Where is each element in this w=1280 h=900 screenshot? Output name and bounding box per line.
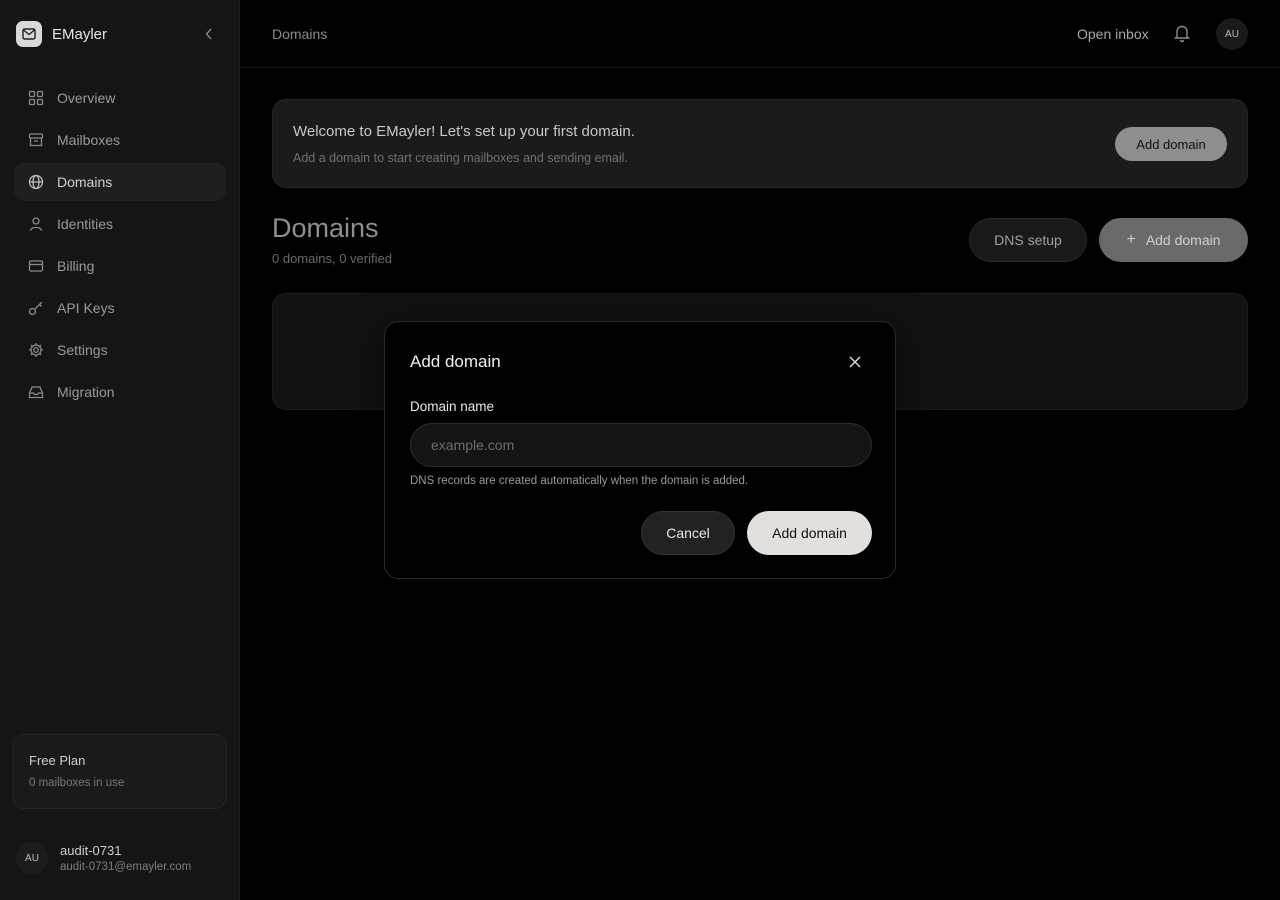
topbar: Domains Open inbox AU	[240, 0, 1280, 68]
sidebar-item-settings[interactable]: Settings	[14, 331, 226, 369]
sidebar-item-label: Billing	[57, 258, 95, 274]
avatar: AU	[16, 842, 48, 874]
domain-help-text: DNS records are created automatically wh…	[410, 475, 749, 487]
globe-icon	[27, 173, 45, 191]
add-domain-modal: Add domain Domain name DNS records are c…	[384, 321, 896, 579]
sidebar-item-identities[interactable]: Identities	[14, 205, 226, 243]
gear-icon	[27, 341, 45, 359]
user-name: audit-0731	[60, 843, 122, 858]
user-icon	[27, 215, 45, 233]
cancel-button[interactable]: Cancel	[641, 511, 735, 555]
sidebar-item-billing[interactable]: Billing	[14, 247, 226, 285]
close-icon[interactable]	[846, 353, 864, 371]
domains-summary: 0 domains, 0 verified	[272, 251, 392, 266]
plus-icon: +	[1126, 231, 1136, 248]
plan-usage: 0 mailboxes in use	[29, 777, 125, 789]
sidebar-nav: Overview Mailboxes Domains Identities Bi…	[14, 79, 226, 415]
sidebar-item-label: Settings	[57, 342, 108, 358]
welcome-add-domain-button[interactable]: Add domain	[1115, 127, 1227, 161]
add-domain-button[interactable]: + Add domain	[1099, 218, 1248, 262]
sidebar-item-label: Overview	[57, 90, 116, 106]
sidebar-item-mailboxes[interactable]: Mailboxes	[14, 121, 226, 159]
sidebar-item-label: Domains	[57, 174, 113, 190]
breadcrumb: Domains	[272, 26, 328, 42]
sidebar-item-api-keys[interactable]: API Keys	[14, 289, 226, 327]
inbox-icon	[27, 383, 45, 401]
plan-title: Free Plan	[29, 753, 86, 768]
welcome-title: Welcome to EMayler! Let's set up your fi…	[293, 123, 635, 140]
welcome-banner: Welcome to EMayler! Let's set up your fi…	[272, 99, 1248, 188]
key-icon	[27, 299, 45, 317]
sidebar-item-domains[interactable]: Domains	[14, 163, 226, 201]
sidebar-item-label: Migration	[57, 384, 115, 400]
brand-name: EMayler	[52, 25, 108, 43]
bell-icon[interactable]	[1173, 23, 1191, 48]
brand[interactable]: EMayler	[16, 21, 107, 47]
domain-name-input[interactable]	[410, 423, 872, 467]
archive-icon	[27, 131, 45, 149]
sidebar-item-label: Mailboxes	[57, 132, 121, 148]
sidebar-item-label: API Keys	[57, 300, 115, 316]
modal-title: Add domain	[410, 352, 501, 371]
dns-setup-button[interactable]: DNS setup	[969, 218, 1087, 262]
confirm-add-domain-button[interactable]: Add domain	[747, 511, 872, 555]
open-inbox-link[interactable]: Open inbox	[1077, 26, 1149, 42]
sidebar: EMayler Overview Mailboxes Domains Ident…	[0, 0, 240, 900]
add-domain-label: Add domain	[1145, 232, 1221, 248]
credit-card-icon	[27, 257, 45, 275]
avatar[interactable]: AU	[1216, 18, 1248, 50]
mail-logo-icon	[16, 21, 42, 47]
chevron-left-icon	[205, 28, 212, 40]
user-profile[interactable]: AU audit-0731 audit-0731@emayler.com	[16, 842, 191, 874]
plan-card[interactable]: Free Plan 0 mailboxes in use	[12, 734, 227, 809]
user-email: audit-0731@emayler.com	[60, 861, 192, 873]
collapse-sidebar-button[interactable]	[200, 24, 218, 44]
sidebar-item-overview[interactable]: Overview	[14, 79, 226, 117]
grid-icon	[27, 89, 45, 107]
domain-name-label: Domain name	[410, 399, 495, 414]
sidebar-item-migration[interactable]: Migration	[14, 373, 226, 411]
welcome-subtitle: Add a domain to start creating mailboxes…	[293, 151, 628, 165]
page-title: Domains	[272, 213, 379, 243]
sidebar-item-label: Identities	[57, 216, 114, 232]
